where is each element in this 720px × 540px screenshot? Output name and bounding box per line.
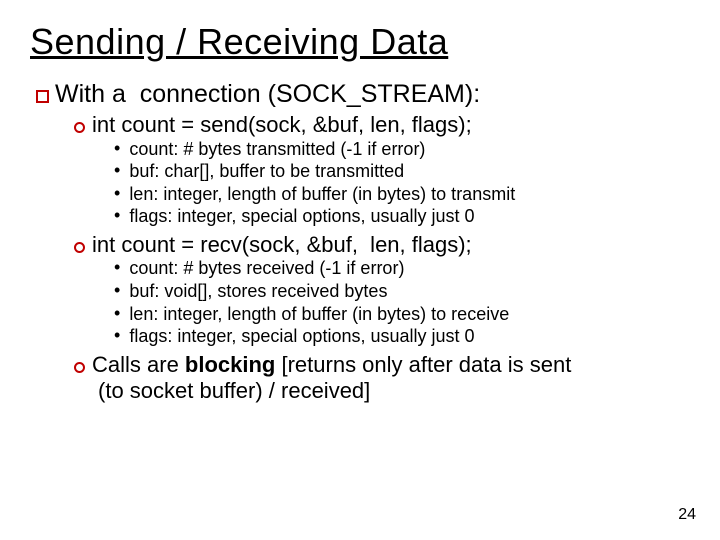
bullet-send-buf: • buf: char[], buffer to be transmitted (114, 160, 690, 183)
term: buf: (129, 281, 159, 301)
text-blocking: blocking (185, 352, 275, 377)
text: With a connection ( (55, 80, 276, 108)
desc: integer, length of buffer (in bytes) to … (158, 184, 515, 204)
term: count: (129, 139, 178, 159)
bullet-recv-buf: • buf: void[], stores received bytes (114, 280, 690, 303)
desc: integer, special options, usually just 0 (172, 206, 474, 226)
slide-title: Sending / Receiving Data (30, 22, 690, 62)
term: flags: (129, 326, 172, 346)
desc: # bytes received (-1 if error) (178, 258, 404, 278)
dot-bullet-icon: • (114, 183, 120, 205)
dot-bullet-icon: • (114, 257, 120, 279)
circle-bullet-icon (74, 242, 85, 253)
desc: integer, special options, usually just 0 (172, 326, 474, 346)
dot-bullet-icon: • (114, 303, 120, 325)
term: len: (129, 184, 158, 204)
desc: char[], buffer to be transmitted (159, 161, 404, 181)
bullet-recv-flags: • flags: integer, special options, usuall… (114, 325, 690, 348)
slide: Sending / Receiving Data With a connecti… (0, 0, 720, 540)
text-sock-stream: SOCK_STREAM (276, 80, 465, 108)
bullet-send-len: • len: integer, length of buffer (in byte… (114, 183, 690, 206)
desc: void[], stores received bytes (159, 281, 387, 301)
text: [returns only after data is sent (275, 352, 571, 377)
dot-bullet-icon: • (114, 280, 120, 302)
circle-bullet-icon (74, 362, 85, 373)
bullet-recv-call: int count = recv(sock, &buf, len, flags)… (74, 232, 690, 257)
dot-bullet-icon: • (114, 160, 120, 182)
text: (to socket buffer) / received] (98, 378, 370, 403)
text: ): (465, 80, 480, 108)
code-recv: int count = recv(sock, &buf, len, flags)… (92, 232, 472, 257)
bullet-blocking-note: Calls are blocking [returns only after d… (74, 352, 690, 378)
dot-bullet-icon: • (114, 138, 120, 160)
bullet-send-call: int count = send(sock, &buf, len, flags)… (74, 112, 690, 137)
bullet-send-flags: • flags: integer, special options, usuall… (114, 205, 690, 228)
bullet-with-connection: With a connection (SOCK_STREAM): (36, 80, 690, 109)
dot-bullet-icon: • (114, 325, 120, 347)
square-bullet-icon (36, 90, 49, 103)
dot-bullet-icon: • (114, 205, 120, 227)
page-number: 24 (678, 506, 696, 524)
circle-bullet-icon (74, 122, 85, 133)
term: buf: (129, 161, 159, 181)
term: len: (129, 304, 158, 324)
text: Calls are (92, 352, 185, 377)
term: flags: (129, 206, 172, 226)
bullet-recv-len: • len: integer, length of buffer (in byte… (114, 303, 690, 326)
bullet-blocking-note-cont: (to socket buffer) / received] (98, 378, 690, 404)
bullet-recv-count: • count: # bytes received (-1 if error) (114, 257, 690, 280)
code-send: int count = send(sock, &buf, len, flags)… (92, 112, 472, 137)
term: count: (129, 258, 178, 278)
bullet-send-count: • count: # bytes transmitted (-1 if error… (114, 138, 690, 161)
desc: integer, length of buffer (in bytes) to … (158, 304, 509, 324)
desc: # bytes transmitted (-1 if error) (178, 139, 425, 159)
